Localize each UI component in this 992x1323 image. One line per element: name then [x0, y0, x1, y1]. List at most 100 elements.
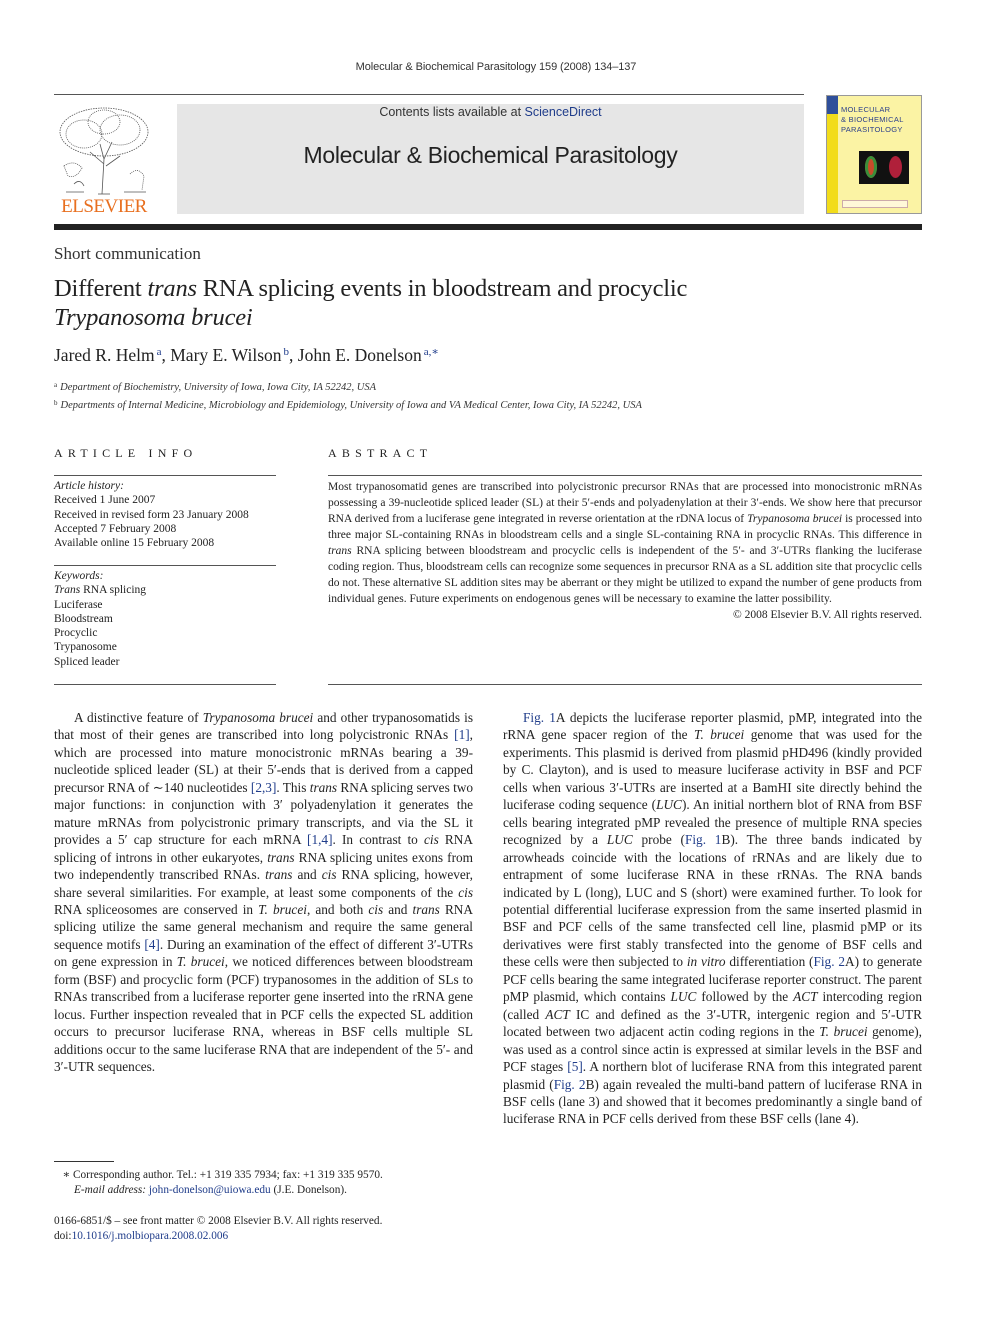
figure-link[interactable]: Fig. 2 [813, 954, 845, 969]
title-text: RNA splicing events in bloodstream and p… [196, 275, 688, 302]
body-text: probe ( [632, 832, 685, 848]
author-affiliation-link[interactable]: b [284, 346, 290, 358]
keyword: Procyclic [54, 627, 98, 640]
article-title: Different trans RNA splicing events in b… [54, 274, 814, 332]
body-italic: trans [412, 901, 440, 917]
history-item: Received 1 June 2007 [54, 494, 156, 507]
contents-line: Contents lists available at ScienceDirec… [177, 105, 804, 119]
body-italic: T. brucei [694, 727, 745, 743]
body-paragraph: A distinctive feature of Trypanosoma bru… [54, 709, 473, 1076]
citation-link[interactable]: [5] [567, 1059, 583, 1074]
body-italic: cis [423, 832, 439, 848]
body-text: . In contrast to [332, 832, 424, 848]
keyword: Luciferase [54, 598, 103, 611]
cover-title-line: PARASITOLOGY [841, 125, 903, 134]
front-matter: 0166-6851/$ – see front matter © 2008 El… [54, 1214, 382, 1243]
affiliations: a Department of Biochemistry, University … [54, 378, 642, 413]
body-italic: cis [368, 901, 384, 917]
divider [54, 475, 276, 476]
footnote-rule [54, 1161, 114, 1162]
body-text: RNA spliceosomes are conserved in [54, 901, 259, 917]
journal-banner: Contents lists available at ScienceDirec… [177, 104, 804, 214]
title-species: Trypanosoma brucei [54, 304, 253, 331]
cover-image [859, 151, 909, 184]
cover-cell-green [865, 156, 877, 178]
divider [328, 475, 922, 476]
footnote-text: (J.E. Donelson). [270, 1184, 347, 1196]
body-italic: T. brucei [819, 1024, 868, 1040]
affiliation: a Department of Biochemistry, University … [54, 378, 642, 396]
divider [54, 684, 276, 685]
abstract-body: Most trypanosomatid genes are transcribe… [328, 479, 922, 623]
abstract-paragraph: Most trypanosomatid genes are transcribe… [328, 479, 922, 607]
section-type: Short communication [54, 244, 201, 263]
doi-line: doi:10.1016/j.molbiopara.2008.02.006 [54, 1229, 382, 1244]
doi-link[interactable]: 10.1016/j.molbiopara.2008.02.006 [72, 1230, 229, 1242]
abstract-heading: ABSTRACT [328, 446, 433, 460]
abstract-italic: trans [328, 545, 352, 557]
elsevier-tree-icon [59, 107, 149, 195]
author-name: John E. Donelson [297, 345, 422, 365]
history-label: Article history: [54, 480, 124, 492]
body-text: followed by the [696, 989, 794, 1005]
citation-link[interactable]: [4] [144, 937, 160, 952]
abstract-copyright: © 2008 Elsevier B.V. All rights reserved… [733, 609, 922, 621]
body-italic: LUC [670, 989, 697, 1005]
article-info-heading: ARTICLE INFO [54, 446, 198, 460]
doi-prefix: doi: [54, 1229, 72, 1242]
author-name: Jared R. Helm [54, 345, 155, 365]
history-item: Available online 15 February 2008 [54, 537, 215, 550]
abstract-text: RNA splicing between bloodstream and pro… [328, 545, 922, 605]
cover-label [842, 200, 908, 208]
footnote-text: Corresponding author. Tel.: +1 319 335 7… [70, 1169, 383, 1181]
figure-link[interactable]: Fig. 2 [554, 1077, 586, 1092]
body-italic: trans [309, 779, 338, 795]
body-italic: LUC [656, 797, 682, 813]
figure-link[interactable]: Fig. 1 [685, 832, 721, 847]
article-history: Article history: Received 1 June 2007 Re… [54, 479, 249, 550]
citation-link[interactable]: [2,3] [251, 780, 276, 795]
body-text: differentiation ( [725, 954, 814, 970]
author-name: Mary E. Wilson [170, 345, 282, 365]
body-text: and [383, 901, 413, 917]
issn-line: 0166-6851/$ – see front matter © 2008 El… [54, 1215, 383, 1227]
keyword-italic: Trans [54, 584, 81, 597]
email-label: E-mail address: [74, 1184, 147, 1196]
cover-publisher-badge [827, 96, 838, 114]
keywords-label: Keywords: [54, 570, 104, 582]
elsevier-wordmark: ELSEVIER [61, 196, 147, 217]
body-italic: cis [321, 867, 337, 883]
keyword: Spliced leader [54, 655, 120, 668]
author-affiliation-link[interactable]: a,∗ [424, 346, 439, 358]
body-text: . This [276, 779, 310, 795]
cover-title: MOLECULAR & BIOCHEMICAL PARASITOLOGY [841, 105, 904, 135]
body-italic: cis [458, 884, 473, 900]
body-paragraph: Fig. 1A depicts the luciferase reporter … [503, 709, 922, 1128]
affiliation-mark: b [54, 398, 58, 407]
affiliation-text: Department of Biochemistry, University o… [60, 382, 377, 393]
header-rule [54, 94, 804, 95]
author-list: Jared R. Helm a, Mary E. Wilson b, John E.… [54, 345, 439, 365]
cover-title-line: & BIOCHEMICAL [841, 115, 904, 124]
footnote: ∗ Corresponding author. Tel.: +1 319 335… [54, 1168, 383, 1198]
keywords: Keywords: Trans RNA splicing Luciferase … [54, 569, 146, 669]
citation-link[interactable]: [1,4] [307, 832, 332, 847]
author-affiliation-link[interactable]: a [157, 346, 162, 358]
journal-name[interactable]: Molecular & Biochemical Parasitology [177, 142, 804, 169]
running-head: Molecular & Biochemical Parasitology 159… [355, 61, 637, 73]
affiliation-text: Departments of Internal Medicine, Microb… [60, 399, 642, 411]
email-link[interactable]: john-donelson@uiowa.edu [149, 1184, 271, 1196]
journal-cover-thumbnail[interactable]: MOLECULAR & BIOCHEMICAL PARASITOLOGY [826, 95, 922, 214]
history-item: Received in revised form 23 January 2008 [54, 508, 249, 521]
keyword: Trypanosome [54, 641, 117, 654]
masthead-thick-rule [54, 224, 922, 230]
footnote-email: E-mail address: john-donelson@uiowa.edu … [54, 1183, 383, 1198]
body-column-left: A distinctive feature of Trypanosoma bru… [54, 709, 473, 1076]
citation-link[interactable]: [1] [454, 727, 470, 742]
body-italic: trans [267, 849, 295, 865]
elsevier-logo[interactable]: ELSEVIER [54, 104, 154, 216]
figure-link[interactable]: Fig. 1 [523, 710, 556, 725]
body-italic: Trypanosoma brucei [202, 710, 314, 725]
body-text: B). The three bands indicated by arrowhe… [503, 832, 922, 970]
sciencedirect-link[interactable]: ScienceDirect [525, 105, 602, 119]
